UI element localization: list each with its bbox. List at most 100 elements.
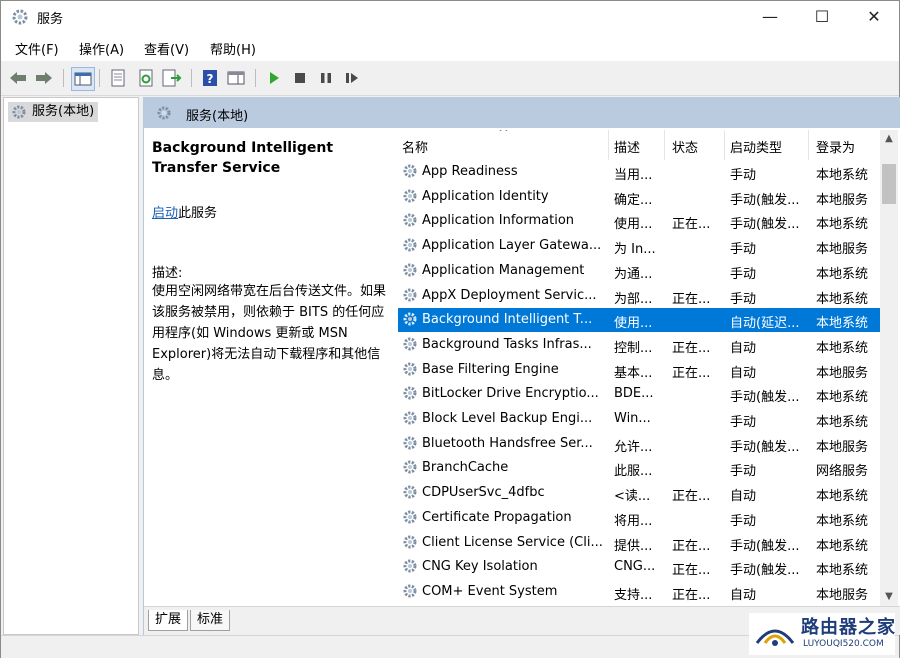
- help-icon[interactable]: ?: [199, 67, 221, 89]
- service-gear-icon: [403, 189, 417, 203]
- service-gear-icon: [403, 213, 417, 227]
- maximize-button[interactable]: ☐: [799, 1, 845, 33]
- service-description-cell: Win...: [614, 411, 651, 426]
- service-name-cell: BranchCache: [422, 460, 509, 476]
- service-name-cell: Base Filtering Engine: [422, 361, 559, 377]
- service-startup-type-cell: 手动: [730, 266, 757, 282]
- start-service-link[interactable]: 启动: [152, 206, 178, 221]
- service-name-cell: CDPUserSvc_4dfbc: [422, 485, 545, 501]
- show-action-pane-icon[interactable]: [225, 67, 247, 89]
- service-gear-icon: [403, 386, 417, 400]
- service-gear-icon: [403, 238, 417, 252]
- column-divider[interactable]: [608, 130, 609, 160]
- show-hide-console-tree-icon[interactable]: [71, 67, 95, 91]
- service-description-cell: 为通...: [614, 266, 653, 282]
- table-row[interactable]: AppX Deployment Servic... 为部... 正在... 手动 本地系…: [398, 284, 880, 308]
- tree-item-label: 服务(本地): [32, 104, 95, 119]
- table-row[interactable]: Block Level Backup Engi... Win... 手动 本地系统: [398, 407, 880, 431]
- scrollbar-thumb[interactable]: [882, 164, 896, 204]
- menu-view[interactable]: 查看(V): [144, 39, 189, 58]
- forward-arrow-icon[interactable]: [33, 67, 55, 89]
- column-divider[interactable]: [808, 130, 809, 160]
- table-row[interactable]: Bluetooth Handsfree Ser... 允许... 手动(触发... 本…: [398, 432, 880, 456]
- description-label: 描述:: [152, 266, 183, 281]
- service-startup-type-cell: 手动(触发...: [730, 439, 800, 455]
- service-logon-cell: 本地系统: [816, 513, 869, 529]
- table-row[interactable]: Client License Service (Cli... 提供... 正在...…: [398, 531, 880, 555]
- table-row[interactable]: App Readiness 当用... 手动 本地系统: [398, 160, 880, 184]
- window-title: 服务: [37, 12, 64, 27]
- service-status-cell: 正在...: [672, 291, 711, 307]
- service-startup-type-cell: 自动(延迟...: [730, 316, 800, 332]
- menu-file[interactable]: 文件(F): [15, 39, 59, 58]
- column-header-logon-as[interactable]: 登录为: [816, 137, 855, 156]
- refresh-icon[interactable]: [135, 67, 157, 89]
- service-status-cell: 正在...: [672, 538, 711, 554]
- service-status-cell: 正在...: [672, 587, 711, 603]
- scroll-up-icon[interactable]: ▲: [880, 130, 898, 148]
- description-text: 使用空闲网络带宽在后台传送文件。如果该服务被禁用，则依赖于 BITS 的任何应用…: [152, 284, 387, 383]
- minimize-button[interactable]: —: [747, 1, 793, 33]
- menu-action[interactable]: 操作(A): [79, 39, 124, 58]
- stop-service-icon[interactable]: [289, 67, 311, 89]
- service-startup-type-cell: 手动(触发...: [730, 390, 800, 406]
- menu-bar: 文件(F) 操作(A) 查看(V) 帮助(H): [1, 33, 899, 61]
- services-panel: 服务(本地) Background Intelligent Transfer S…: [143, 97, 900, 635]
- table-row[interactable]: COM+ Event System 支持... 正在... 自动 本地服务: [398, 580, 880, 604]
- service-gear-icon: [403, 460, 417, 474]
- table-row[interactable]: Base Filtering Engine 基本... 正在... 自动 本地服务: [398, 358, 880, 382]
- column-header-name[interactable]: 名称: [402, 137, 428, 156]
- vertical-scrollbar[interactable]: ▲ ▼: [880, 130, 898, 606]
- table-row[interactable]: BitLocker Drive Encryptio... BDE... 手动(触发.…: [398, 382, 880, 406]
- tab-standard[interactable]: 标准: [190, 610, 231, 631]
- menu-help[interactable]: 帮助(H): [210, 39, 256, 58]
- tab-extended[interactable]: 扩展: [148, 610, 189, 631]
- close-button[interactable]: ✕: [851, 1, 897, 33]
- table-row[interactable]: Certificate Propagation 将用... 手动 本地系统: [398, 506, 880, 530]
- list-header: ^ 名称 描述 状态 启动类型 登录为: [398, 130, 880, 160]
- service-startup-type-cell: 手动(触发...: [730, 538, 800, 554]
- service-gear-icon: [403, 337, 417, 351]
- column-divider[interactable]: [664, 130, 665, 160]
- service-description-cell: 控制...: [614, 340, 653, 356]
- column-divider[interactable]: [724, 130, 725, 160]
- table-row[interactable]: CNG Key Isolation CNG... 正在... 手动(触发... 本地系统: [398, 555, 880, 579]
- service-description-cell: BDE...: [614, 386, 654, 402]
- service-logon-cell: 本地系统: [816, 217, 869, 233]
- service-gear-icon: [403, 559, 417, 573]
- scroll-down-icon[interactable]: ▼: [880, 588, 898, 606]
- column-header-status[interactable]: 状态: [672, 137, 698, 156]
- service-name-cell: Application Management: [422, 262, 585, 278]
- service-startup-type-cell: 手动: [730, 291, 757, 307]
- service-name-cell: Block Level Backup Engi...: [422, 411, 593, 426]
- restart-service-icon[interactable]: [341, 67, 363, 89]
- service-gear-icon: [403, 288, 417, 301]
- service-logon-cell: 本地系统: [816, 266, 869, 282]
- table-row[interactable]: Application Information 使用... 正在... 手动(触发..…: [398, 209, 880, 233]
- back-arrow-icon[interactable]: [7, 67, 29, 89]
- table-row[interactable]: Application Layer Gatewa... 为 In... 手动 本地服务: [398, 234, 880, 258]
- service-name-cell: Application Information: [422, 213, 575, 229]
- start-service-icon[interactable]: [263, 67, 285, 89]
- table-row[interactable]: Background Intelligent T... 使用... 自动(延迟...…: [398, 308, 880, 333]
- table-row[interactable]: Application Identity 确定... 手动(触发... 本地服务: [398, 185, 880, 209]
- tree-item-services-local[interactable]: 服务(本地): [8, 102, 99, 122]
- table-row[interactable]: BranchCache 此服... 手动 网络服务: [398, 456, 880, 480]
- toolbar-separator: [191, 69, 192, 87]
- console-tree: 服务(本地): [3, 97, 139, 635]
- sort-ascending-icon: ^: [498, 130, 509, 141]
- column-header-description[interactable]: 描述: [614, 137, 640, 156]
- export-list-icon[interactable]: [161, 67, 183, 89]
- service-description-cell: 基本...: [614, 365, 653, 381]
- service-gear-icon: [403, 362, 417, 376]
- pause-service-icon[interactable]: [315, 67, 337, 89]
- service-startup-type-cell: 手动: [730, 415, 757, 430]
- table-row[interactable]: Background Tasks Infras... 控制... 正在... 自动 本地…: [398, 333, 880, 357]
- properties-sheet-icon[interactable]: [107, 67, 129, 89]
- column-header-startup-type[interactable]: 启动类型: [730, 137, 782, 156]
- table-row[interactable]: Application Management 为通... 手动 本地系统: [398, 259, 880, 283]
- service-gear-icon: [403, 164, 417, 178]
- table-row[interactable]: CDPUserSvc_4dfbc <读... 正在... 自动 本地系统: [398, 481, 880, 505]
- service-status-cell: 正在...: [672, 563, 711, 579]
- service-startup-type-cell: 自动: [730, 365, 757, 381]
